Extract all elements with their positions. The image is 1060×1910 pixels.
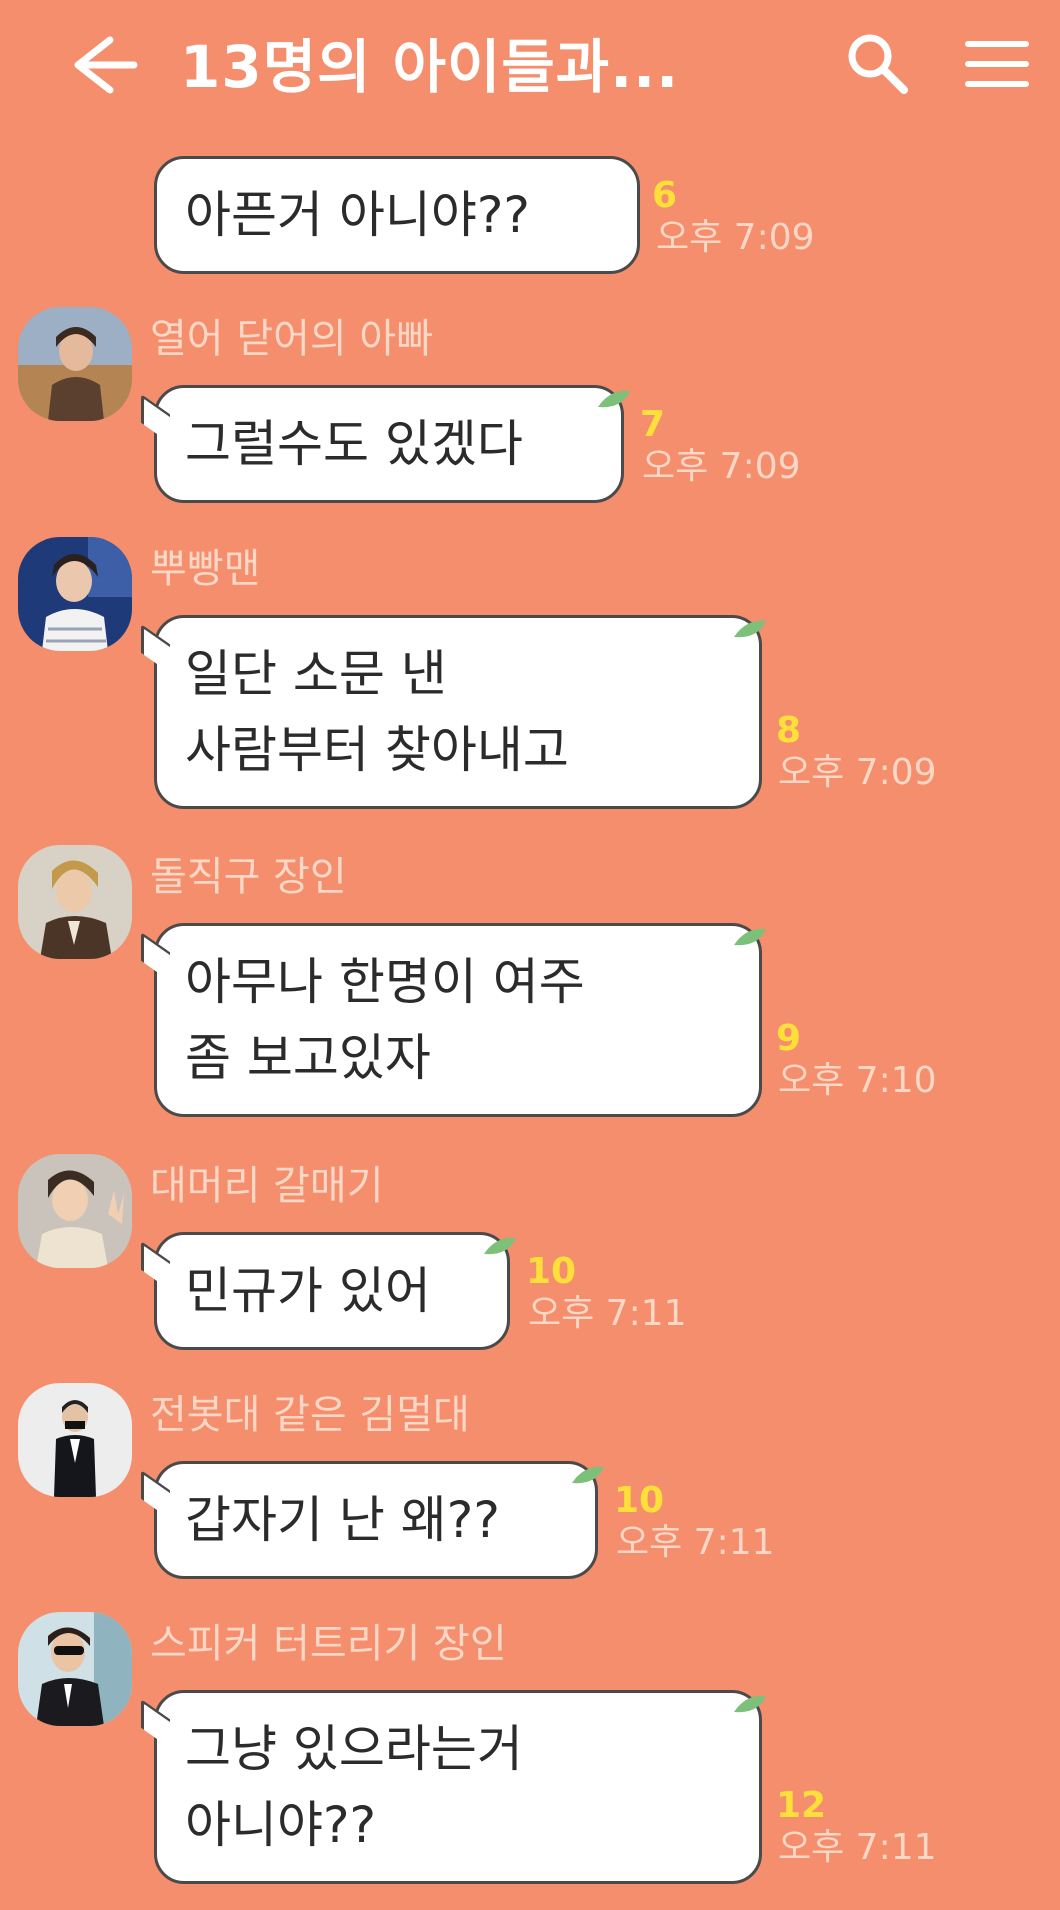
avatar[interactable] bbox=[18, 307, 132, 421]
message-meta: 10 오후 7:11 bbox=[526, 1252, 687, 1336]
bubble-tail bbox=[141, 1469, 170, 1520]
message-bubble[interactable]: 민규가 있어 bbox=[141, 1232, 510, 1350]
leaf-icon bbox=[572, 1466, 604, 1484]
arrow-left-icon bbox=[74, 36, 138, 94]
message-meta: 6 오후 7:09 bbox=[652, 176, 815, 260]
leaf-icon bbox=[484, 1237, 516, 1255]
bubble-tail bbox=[141, 393, 170, 444]
message-row: 뿌빵맨 일단 소문 낸 사람부터 찾아내고 8 오후 7:09 bbox=[0, 535, 1060, 815]
bubble-tail bbox=[141, 1240, 170, 1291]
unread-count: 12 bbox=[776, 1785, 827, 1826]
message-time: 오후 7:11 bbox=[528, 1293, 687, 1334]
message-time: 오후 7:09 bbox=[778, 752, 937, 793]
message-row: 전봇대 같은 김멀대 갑자기 난 왜?? 10 오후 7:11 bbox=[0, 1381, 1060, 1581]
avatar[interactable] bbox=[18, 1383, 132, 1497]
bubble-tail bbox=[141, 1698, 170, 1749]
bubble-tail bbox=[141, 623, 170, 674]
message-row: 아픈거 아니야?? 6 오후 7:09 bbox=[0, 150, 1060, 280]
message-text: 아니야?? bbox=[185, 1796, 377, 1854]
message-meta: 10 오후 7:11 bbox=[614, 1481, 775, 1565]
leaf-icon bbox=[734, 620, 766, 638]
message-time: 오후 7:11 bbox=[616, 1522, 775, 1563]
message-bubble[interactable]: 그럴수도 있겠다 bbox=[141, 385, 624, 503]
unread-count: 8 bbox=[776, 710, 802, 751]
avatar[interactable] bbox=[18, 1154, 132, 1268]
message-time: 오후 7:10 bbox=[778, 1060, 937, 1101]
search-button[interactable] bbox=[842, 28, 912, 98]
sender-name: 전봇대 같은 김멀대 bbox=[150, 1392, 470, 1438]
message-bubble[interactable]: 아무나 한명이 여주 좀 보고있자 bbox=[141, 923, 762, 1117]
sender-name: 스피커 터트리기 장인 bbox=[150, 1621, 507, 1667]
message-bubble[interactable]: 일단 소문 낸 사람부터 찾아내고 bbox=[141, 615, 762, 809]
sender-name: 대머리 갈매기 bbox=[150, 1163, 384, 1209]
message-row: 스피커 터트리기 장인 그냥 있으라는거 아니야?? 12 오후 7:11 bbox=[0, 1610, 1060, 1890]
leaf-icon bbox=[598, 390, 630, 408]
message-row: 열어 닫어의 아빠 그럴수도 있겠다 7 오후 7:09 bbox=[0, 305, 1060, 505]
message-bubble[interactable]: 갑자기 난 왜?? bbox=[141, 1461, 598, 1579]
search-icon bbox=[848, 34, 908, 94]
avatar-photo bbox=[18, 845, 132, 959]
message-text: 그냥 있으라는거 bbox=[185, 1720, 523, 1778]
unread-count: 9 bbox=[776, 1018, 802, 1059]
menu-button[interactable] bbox=[962, 34, 1032, 94]
message-text: 아무나 한명이 여주 bbox=[185, 953, 585, 1011]
chat-title: 13명의 아이들과... bbox=[180, 33, 680, 101]
message-time: 오후 7:11 bbox=[778, 1827, 937, 1868]
message-text: 그럴수도 있겠다 bbox=[185, 415, 523, 473]
avatar-photo bbox=[18, 307, 132, 421]
message-bubble[interactable]: 그냥 있으라는거 아니야?? bbox=[141, 1690, 762, 1884]
message-text: 민규가 있어 bbox=[185, 1262, 431, 1320]
message-text: 갑자기 난 왜?? bbox=[185, 1491, 500, 1549]
message-text: 좀 보고있자 bbox=[185, 1029, 431, 1087]
unread-count: 10 bbox=[526, 1251, 577, 1292]
message-text: 일단 소문 낸 bbox=[185, 645, 447, 703]
unread-count: 6 bbox=[652, 175, 678, 216]
message-bubble[interactable]: 아픈거 아니야?? bbox=[154, 156, 640, 274]
avatar-photo bbox=[18, 1154, 132, 1268]
avatar[interactable] bbox=[18, 1612, 132, 1726]
avatar-photo bbox=[18, 537, 132, 651]
avatar-photo bbox=[18, 1612, 132, 1726]
message-time: 오후 7:09 bbox=[656, 217, 815, 258]
message-text: 아픈거 아니야?? bbox=[185, 186, 530, 244]
unread-count: 10 bbox=[614, 1480, 665, 1521]
avatar[interactable] bbox=[18, 845, 132, 959]
avatar-photo bbox=[18, 1383, 132, 1497]
message-meta: 8 오후 7:09 bbox=[776, 711, 937, 795]
sender-name: 돌직구 장인 bbox=[150, 854, 347, 900]
message-meta: 7 오후 7:09 bbox=[640, 405, 801, 489]
message-text: 사람부터 찾아내고 bbox=[185, 721, 569, 779]
message-meta: 12 오후 7:11 bbox=[776, 1786, 937, 1870]
chat-header: 13명의 아이들과... bbox=[0, 0, 1060, 140]
unread-count: 7 bbox=[640, 404, 666, 445]
bubble-tail bbox=[141, 931, 170, 982]
message-row: 돌직구 장인 아무나 한명이 여주 좀 보고있자 9 오후 7:10 bbox=[0, 843, 1060, 1123]
sender-name: 열어 닫어의 아빠 bbox=[150, 316, 434, 362]
message-time: 오후 7:09 bbox=[642, 446, 801, 487]
message-row: 대머리 갈매기 민규가 있어 10 오후 7:11 bbox=[0, 1152, 1060, 1352]
leaf-icon bbox=[734, 928, 766, 946]
avatar[interactable] bbox=[18, 537, 132, 651]
back-button[interactable] bbox=[60, 30, 140, 100]
sender-name: 뿌빵맨 bbox=[150, 546, 261, 592]
message-meta: 9 오후 7:10 bbox=[776, 1019, 937, 1103]
hamburger-menu-icon bbox=[965, 41, 1029, 87]
leaf-icon bbox=[734, 1695, 766, 1713]
